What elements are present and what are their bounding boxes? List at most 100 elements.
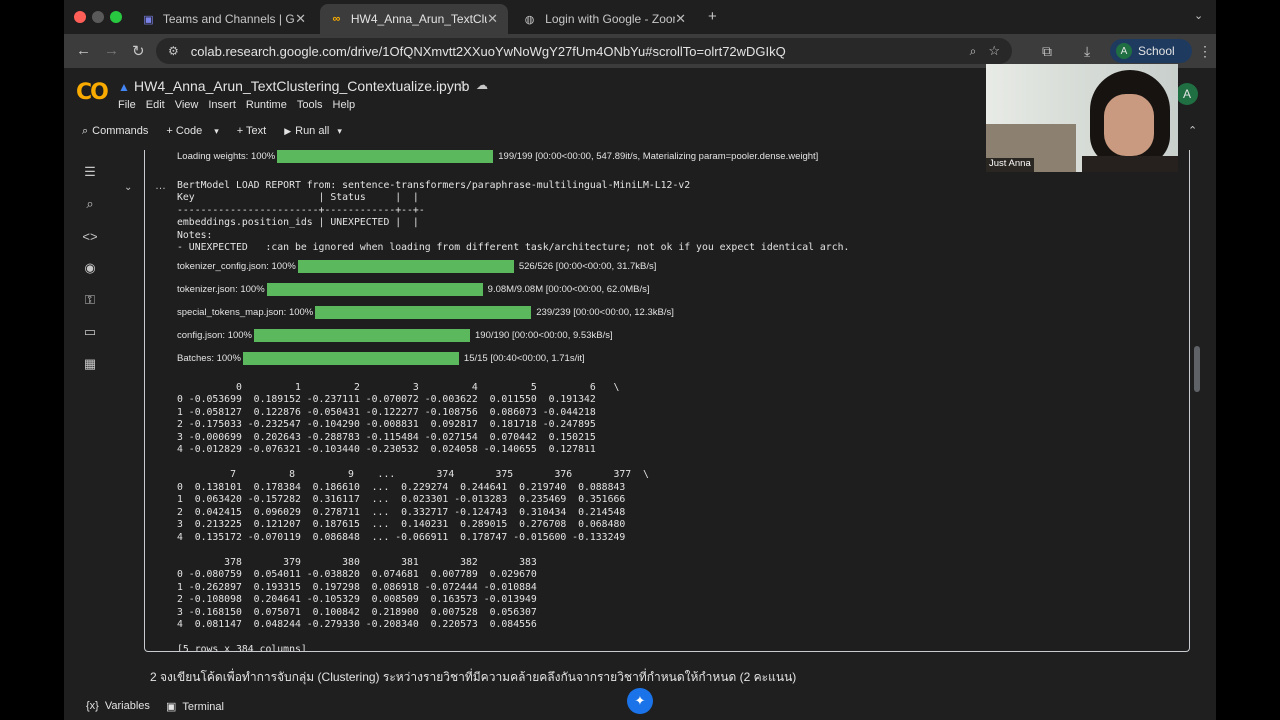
menu-bar: File Edit View Insert Runtime Tools Help: [118, 99, 355, 111]
user-avatar[interactable]: A: [1176, 83, 1198, 105]
df-line: [177, 544, 649, 557]
df-line: 4 0.081147 0.048244 -0.279330 -0.208340 …: [177, 619, 537, 630]
terminal-label: Terminal: [182, 700, 224, 713]
terminal-button[interactable]: ▣ Terminal: [166, 700, 224, 714]
df-line: [5 rows x 384 columns]: [177, 644, 307, 652]
zoom-icon[interactable]: ⌕: [970, 44, 977, 59]
close-tab-icon[interactable]: ✕: [487, 11, 498, 27]
close-tab-icon[interactable]: ✕: [675, 11, 686, 27]
profile-button[interactable]: A School: [1110, 39, 1192, 63]
extensions-icon[interactable]: ⧉: [1042, 43, 1052, 60]
globe-icon: ◍: [524, 13, 535, 26]
variables-button[interactable]: {x} Variables: [86, 700, 150, 712]
gemini-icon[interactable]: ✦: [627, 688, 653, 714]
notebook-scrollbar[interactable]: [1194, 346, 1200, 392]
df-line: 2 -0.108098 0.204641 -0.105329 0.008509 …: [177, 594, 537, 605]
df-line: 3 -0.168150 0.075071 0.100842 0.218900 0…: [177, 606, 537, 618]
output-line: ------------------------+------------+--…: [177, 204, 425, 216]
close-window-button[interactable]: [74, 11, 86, 23]
add-code-button[interactable]: + Code ▾: [166, 125, 218, 137]
add-code-label: + Code: [166, 125, 203, 137]
download-icon[interactable]: ⤓: [1084, 43, 1090, 60]
progress-row-special-tokens: special_tokens_map.json: 100% 239/239 [0…: [177, 305, 674, 319]
collapse-header-icon[interactable]: ⌃: [1188, 124, 1197, 137]
df-line: 0 1 2 3 4 5 6 \: [177, 381, 620, 393]
variables-inspector-icon[interactable]: ◉: [82, 260, 98, 276]
df-line: 7 8 9 ... 374 375 376 377 \: [177, 469, 649, 480]
table-of-contents-icon[interactable]: ☰: [82, 164, 98, 180]
notebook-title[interactable]: HW4_Anna_Arun_TextClustering_Contextuali…: [134, 78, 469, 94]
star-icon[interactable]: ☆: [456, 78, 468, 94]
minimize-window-button[interactable]: [92, 11, 104, 23]
forward-icon[interactable]: →: [104, 42, 119, 59]
df-line: 3 -0.000699 0.202643 -0.288783 -0.115484…: [177, 431, 596, 443]
site-info-icon[interactable]: ⚙: [168, 44, 179, 58]
menu-runtime[interactable]: Runtime: [246, 99, 287, 111]
commands-button[interactable]: ⌕ Commands: [82, 125, 148, 138]
chevron-down-icon[interactable]: ▾: [214, 126, 219, 137]
back-icon[interactable]: ←: [76, 42, 91, 59]
collapse-output-icon[interactable]: ⌄: [124, 182, 132, 193]
markdown-cell-text[interactable]: 2 จงเขียนโค้ดเพื่อทำการจับกลุ่ม (Cluster…: [150, 668, 796, 687]
menu-edit[interactable]: Edit: [146, 99, 165, 111]
bookmark-star-icon[interactable]: ☆: [988, 43, 1000, 59]
tab-zoom[interactable]: ◍ Login with Google - Zoom ✕: [512, 4, 696, 34]
df-line: 2 -0.175033 -0.232547 -0.104290 -0.00883…: [177, 419, 596, 430]
df-line: 3 0.213225 0.121207 0.187615 ... 0.14023…: [177, 519, 626, 530]
progress-stats: 190/190 [00:00<00:00, 9.53kB/s]: [475, 329, 613, 341]
find-icon[interactable]: ⌕: [82, 196, 98, 212]
progress-stats: 199/199 [00:00<00:00, 547.89it/s, Materi…: [498, 150, 819, 162]
tab-search-icon[interactable]: ⌄: [1194, 9, 1203, 22]
chevron-down-icon[interactable]: ▾: [337, 126, 342, 137]
terminal-icon: ▣: [166, 701, 177, 713]
progress-bar-fill: [254, 328, 470, 342]
colab-logo[interactable]: CO: [76, 80, 109, 105]
menu-file[interactable]: File: [118, 99, 136, 111]
progress-stats: 239/239 [00:00<00:00, 12.3kB/s]: [536, 306, 674, 318]
profile-avatar: A: [1116, 43, 1132, 59]
df-line: 378 379 380 381 382 383: [177, 556, 537, 568]
commands-label: Commands: [92, 125, 149, 137]
address-bar[interactable]: ⚙ colab.research.google.com/drive/1OfQNX…: [156, 38, 1012, 64]
dataframe-output: 0 1 2 3 4 5 6 \ 0 -0.053699 0.189152 -0.2…: [177, 369, 649, 652]
progress-label: config.json: 100%: [177, 329, 252, 341]
braces-icon: {x}: [86, 700, 99, 712]
webcam-person-face: [1104, 94, 1154, 156]
menu-help[interactable]: Help: [333, 99, 356, 111]
data-table-icon[interactable]: ▦: [82, 356, 98, 372]
df-line: 0 -0.053699 0.189152 -0.237111 -0.070072…: [177, 394, 596, 405]
drive-icon: ▲: [118, 80, 130, 94]
secrets-key-icon[interactable]: ⚿: [82, 292, 98, 308]
df-line: 0 0.138101 0.178384 0.186610 ... 0.22927…: [177, 481, 626, 493]
progress-bar-fill: [242, 351, 459, 365]
add-text-button[interactable]: + Text: [237, 125, 266, 137]
progress-label: special_tokens_map.json: 100%: [177, 306, 314, 318]
files-folder-icon[interactable]: ▭: [82, 324, 98, 340]
code-snippets-icon[interactable]: <>: [82, 228, 98, 244]
df-line: 2 0.042415 0.096029 0.278711 ... 0.33271…: [177, 506, 626, 518]
reload-icon[interactable]: ↻: [132, 42, 145, 60]
output-actions-icon[interactable]: …: [155, 180, 166, 192]
new-tab-icon[interactable]: +: [708, 8, 717, 25]
menu-tools[interactable]: Tools: [297, 99, 323, 111]
add-text-label: + Text: [236, 125, 267, 137]
run-all-button[interactable]: ▶ Run all ▾: [284, 125, 342, 137]
tab-colab[interactable]: ∞ HW4_Anna_Arun_TextClusterin ✕: [320, 4, 508, 34]
left-sidebar: ☰ ⌕ <> ◉ ⚿ ▭ ▦: [64, 150, 112, 690]
df-line: [177, 632, 649, 645]
tab-teams[interactable]: ▣ Teams and Channels | General ✕: [132, 4, 316, 34]
df-line: 4 0.135172 -0.070119 0.086848 ... -0.066…: [177, 531, 626, 543]
progress-row-config: config.json: 100% 190/190 [00:00<00:00, …: [177, 328, 613, 342]
progress-bar-fill: [315, 305, 532, 319]
menu-insert[interactable]: Insert: [208, 99, 236, 111]
progress-bar-fill: [297, 259, 514, 273]
close-tab-icon[interactable]: ✕: [295, 11, 306, 27]
maximize-window-button[interactable]: [110, 11, 122, 23]
browser-menu-icon[interactable]: ⋮: [1198, 43, 1212, 60]
df-line: 0 -0.080759 0.054011 -0.038820 0.074681 …: [177, 569, 537, 580]
menu-view[interactable]: View: [175, 99, 199, 111]
profile-label: School: [1138, 44, 1175, 58]
progress-row-tokenizer: tokenizer.json: 100% 9.08M/9.08M [00:00<…: [177, 282, 650, 296]
webcam-name-label: Just Anna: [986, 158, 1034, 172]
variables-label: Variables: [104, 700, 150, 712]
